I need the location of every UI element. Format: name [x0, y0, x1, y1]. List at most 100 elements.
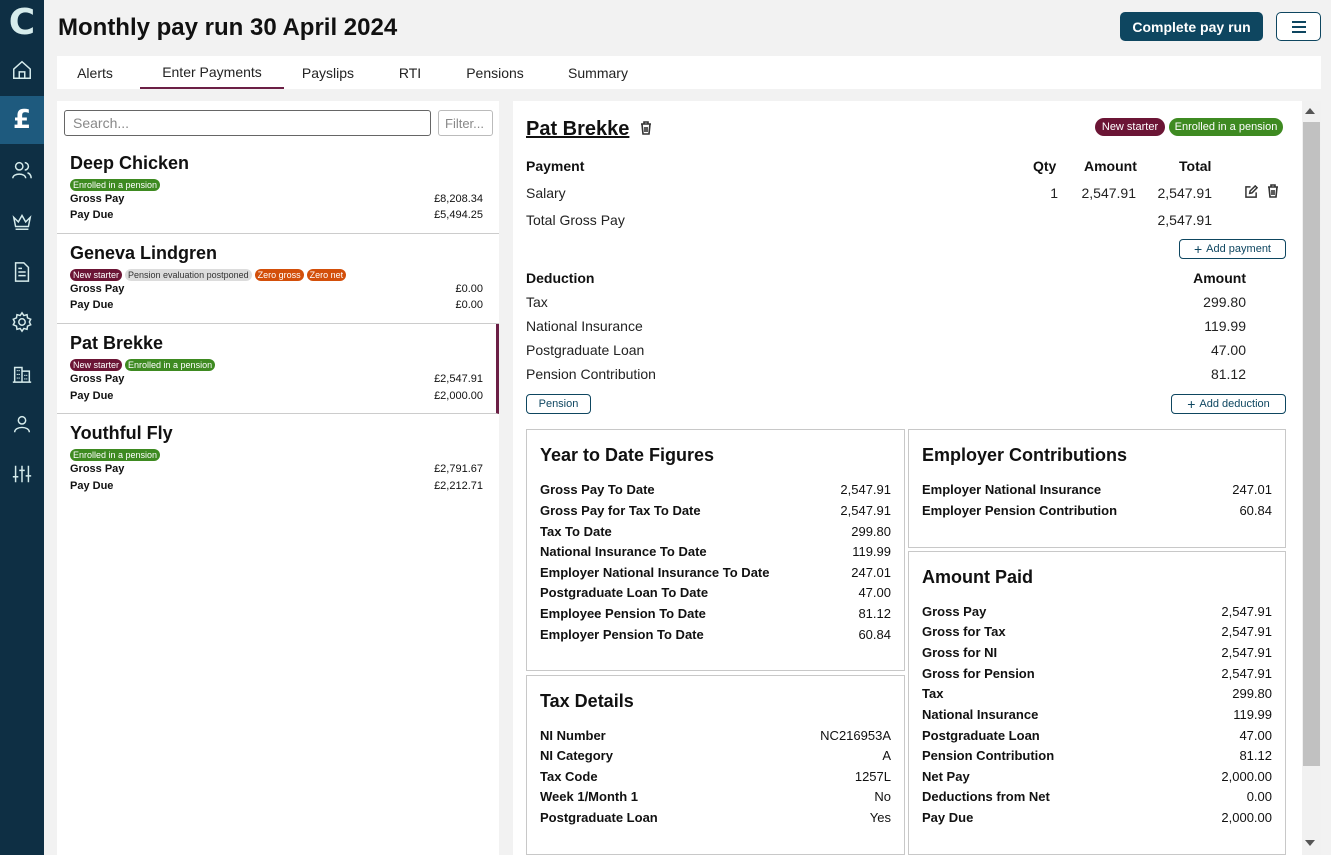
- sidebar-item-documents[interactable]: [0, 248, 44, 296]
- tab-pensions[interactable]: Pensions: [460, 56, 530, 89]
- status-badge: Enrolled in a pension: [70, 179, 161, 191]
- ytd-label: National Insurance To Date: [540, 544, 707, 559]
- deduction-amount: 299.80: [1203, 294, 1246, 310]
- gross-pay-label: Gross Pay: [70, 193, 125, 205]
- amount-paid-value: 2,547.91: [1221, 666, 1272, 681]
- plus-icon: +: [1193, 241, 1203, 257]
- app-logo[interactable]: C: [0, 0, 44, 46]
- sidebar-item-crown[interactable]: [0, 197, 44, 245]
- trash-icon: [641, 121, 651, 135]
- tab-payslips[interactable]: Payslips: [297, 56, 359, 89]
- pay-due-value: £5,494.25: [434, 209, 483, 221]
- ytd-label: Employer National Insurance To Date: [540, 565, 770, 580]
- payment-qty: 1: [1050, 185, 1058, 201]
- amount-paid-label: Pay Due: [922, 810, 974, 825]
- delete-employee-button[interactable]: [640, 121, 652, 135]
- deduction-amount-header: Amount: [1193, 270, 1246, 286]
- filter-input[interactable]: [438, 110, 493, 136]
- pay-due-value: £2,212.71: [434, 480, 483, 492]
- tab-rti[interactable]: RTI: [391, 56, 429, 89]
- employee-name: Deep Chicken: [70, 153, 190, 173]
- employee-card-geneva-lindgren[interactable]: Geneva Lindgren New starter Pension eval…: [57, 234, 499, 324]
- employer-label: Employer National Insurance: [922, 482, 1102, 497]
- gross-pay-label: Gross Pay: [70, 283, 125, 295]
- gross-pay-label: Gross Pay: [70, 463, 125, 475]
- gross-pay-value: £8,208.34: [434, 193, 483, 205]
- menu-button[interactable]: [1276, 12, 1321, 41]
- employee-card-deep-chicken[interactable]: Deep Chicken Enrolled in a pension Gross…: [57, 144, 499, 234]
- pay-due-label: Pay Due: [70, 299, 114, 311]
- tax-detail-value: 1257L: [854, 769, 891, 784]
- plus-icon: +: [1187, 396, 1196, 412]
- employee-card-youthful-fly[interactable]: Youthful Fly Enrolled in a pension Gross…: [57, 414, 499, 504]
- add-deduction-button[interactable]: + Add deduction: [1171, 394, 1286, 414]
- pound-icon: £: [12, 105, 32, 135]
- amount-paid-label: Deductions from Net: [922, 789, 1050, 804]
- ytd-value: 2,547.91: [840, 503, 891, 518]
- amount-paid-label: Postgraduate Loan: [922, 728, 1040, 743]
- sidebar-item-settings[interactable]: [0, 298, 44, 346]
- status-badge: Enrolled in a pension: [70, 449, 161, 461]
- delete-payment-button[interactable]: [1267, 184, 1279, 198]
- tax-detail-label: NI Category: [540, 748, 613, 763]
- search-input[interactable]: [64, 110, 431, 136]
- employee-heading[interactable]: Pat Brekke: [526, 118, 629, 141]
- ytd-value: 299.80: [851, 524, 891, 539]
- status-badge: Zero gross: [254, 269, 304, 281]
- employee-list-panel: Deep Chicken Enrolled in a pension Gross…: [57, 101, 499, 855]
- amount-paid-value: 2,547.91: [1221, 645, 1272, 660]
- sidebar-item-payroll[interactable]: £: [0, 96, 44, 144]
- building-icon: [12, 366, 32, 383]
- page-title: Monthly pay run 30 April 2024: [58, 14, 398, 41]
- complete-pay-run-button[interactable]: Complete pay run: [1120, 12, 1263, 41]
- sidebar-item-profile[interactable]: [0, 400, 44, 448]
- deduction-column-header: Deduction: [526, 270, 595, 286]
- ytd-label: Postgraduate Loan To Date: [540, 585, 709, 600]
- sidebar-item-adjustments[interactable]: [0, 450, 44, 498]
- deduction-name: Postgraduate Loan: [526, 342, 645, 358]
- card-title: Tax Details: [540, 691, 634, 711]
- tax-detail-label: Tax Code: [540, 769, 598, 784]
- gross-pay-value: £2,791.67: [434, 463, 483, 475]
- tax-details-card: Tax Details NI Number NC216953A NI Catego…: [526, 675, 905, 855]
- pay-due-label: Pay Due: [70, 209, 114, 221]
- payment-amount: 2,547.91: [1081, 185, 1137, 201]
- scrollbar-thumb[interactable]: [1303, 122, 1320, 766]
- amount-paid-label: National Insurance: [922, 707, 1039, 722]
- status-badge: Zero net: [306, 269, 347, 281]
- deduction-name: National Insurance: [526, 318, 643, 334]
- edit-payment-button[interactable]: [1245, 184, 1259, 198]
- payment-name: Salary: [526, 185, 566, 201]
- amount-paid-value: 2,547.91: [1221, 624, 1272, 639]
- scroll-up-arrow[interactable]: [1305, 108, 1315, 114]
- ytd-label: Employee Pension To Date: [540, 606, 706, 621]
- amount-paid-value: 119.99: [1233, 707, 1272, 722]
- ytd-label: Gross Pay To Date: [540, 482, 655, 497]
- ytd-label: Tax To Date: [540, 524, 612, 539]
- tab-enter-payments[interactable]: Enter Payments: [140, 56, 284, 89]
- pension-button[interactable]: Pension: [526, 394, 591, 414]
- scroll-down-arrow[interactable]: [1305, 840, 1315, 846]
- ytd-value: 47.00: [858, 585, 891, 600]
- employee-card-pat-brekke[interactable]: Pat Brekke New starter Enrolled in a pen…: [57, 324, 499, 414]
- sidebar-item-company[interactable]: [0, 349, 44, 397]
- employer-value: 60.84: [1239, 503, 1272, 518]
- status-badge: New starter: [1095, 118, 1165, 136]
- pay-due-label: Pay Due: [70, 480, 114, 492]
- tab-summary[interactable]: Summary: [562, 56, 634, 89]
- pay-due-value: £2,000.00: [434, 390, 483, 402]
- status-badge: Enrolled in a pension: [1169, 118, 1283, 136]
- sidebar-item-home[interactable]: [0, 46, 44, 94]
- sidebar-item-employees[interactable]: [0, 146, 44, 194]
- status-badge: New starter: [70, 269, 123, 281]
- amount-column-header: Amount: [1084, 158, 1137, 174]
- add-payment-button[interactable]: + Add payment: [1179, 239, 1286, 259]
- amount-paid-value: 2,000.00: [1221, 769, 1272, 784]
- gross-pay-label: Gross Pay: [70, 373, 125, 385]
- total-column-header: Total: [1179, 158, 1212, 174]
- tab-alerts[interactable]: Alerts: [67, 56, 123, 89]
- deduction-name: Pension Contribution: [526, 366, 656, 382]
- ytd-value: 2,547.91: [840, 482, 891, 497]
- qty-column-header: Qty: [1033, 158, 1057, 174]
- amount-paid-label: Gross for Tax: [922, 624, 1006, 639]
